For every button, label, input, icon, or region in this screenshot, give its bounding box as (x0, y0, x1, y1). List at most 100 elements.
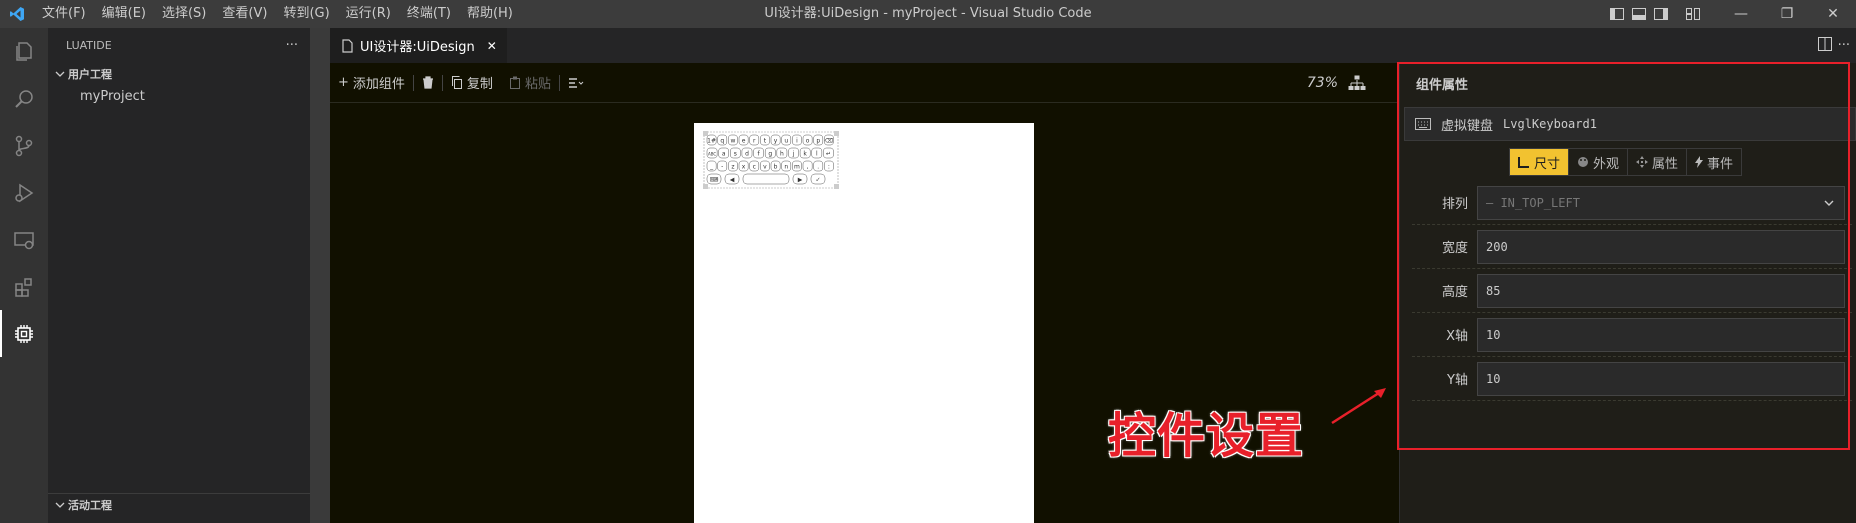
align-select[interactable]: — IN_TOP_LEFT (1477, 185, 1845, 220)
extensions-icon[interactable] (0, 263, 48, 310)
keyboard-icon (1415, 118, 1431, 130)
selected-component[interactable]: 虚拟键盘 LvglKeyboard1 (1404, 107, 1856, 141)
component-type: 虚拟键盘 (1441, 118, 1494, 134)
prop-label: 宽度 (1441, 241, 1468, 256)
sidebar-scrollbar[interactable] (310, 28, 330, 523)
properties-title: 组件属性 (1416, 77, 1469, 93)
customize-layout-icon[interactable] (1682, 0, 1704, 28)
menu-selection[interactable]: 选择(S) (154, 0, 214, 28)
prop-label: 排列 (1441, 197, 1468, 212)
files-icon[interactable] (0, 28, 48, 75)
keyboard-key-label: ⌨ (710, 177, 719, 184)
menu-help[interactable]: 帮助(H) (459, 0, 521, 28)
keyboard-key (742, 173, 790, 185)
keyboard-key-label: v (763, 164, 767, 171)
restore-icon[interactable]: ❐ (1764, 0, 1810, 28)
keyboard-key-label: 1# (707, 138, 716, 145)
menu-edit[interactable]: 编辑(E) (94, 0, 154, 28)
prop-row-align: 排列 — IN_TOP_LEFT (1412, 181, 1852, 225)
sidebar-title: LUATIDE (66, 39, 112, 52)
remote-explorer-icon[interactable] (0, 216, 48, 263)
move-icon (1636, 156, 1649, 168)
designer-toolbar: + 添加组件 复制 粘贴 73% (330, 63, 1398, 103)
height-input[interactable]: 85 (1477, 273, 1845, 308)
hierarchy-icon[interactable] (1348, 75, 1366, 91)
keyboard-key-label: s (734, 151, 737, 158)
copy-icon (451, 76, 462, 89)
title-bar: 文件(F) 编辑(E) 选择(S) 查看(V) 转到(G) 运行(R) 终端(T… (0, 0, 1856, 28)
zoom-level[interactable]: 73% (1307, 75, 1338, 91)
bolt-icon (1695, 156, 1704, 168)
minimize-icon[interactable]: — (1718, 0, 1764, 28)
menu-terminal[interactable]: 终端(T) (399, 0, 459, 28)
align-value: — IN_TOP_LEFT (1486, 195, 1580, 210)
copy-button[interactable]: 复制 (443, 73, 501, 92)
keyboard-key-label: ⌫ (824, 138, 833, 145)
toggle-secondary-sidebar-icon[interactable] (1650, 0, 1672, 28)
tab-events[interactable]: 事件 (1687, 149, 1742, 175)
tab-size[interactable]: 尺寸 (1510, 149, 1570, 175)
prop-label: X轴 (1446, 329, 1468, 344)
annotation-arrow (1331, 388, 1386, 425)
keyboard-key-label: c (753, 164, 756, 171)
chevron-down-icon (55, 71, 65, 77)
close-window-icon[interactable]: ✕ (1810, 0, 1856, 28)
chip-icon[interactable] (0, 310, 48, 357)
align-menu-button[interactable] (560, 77, 592, 89)
add-component-button[interactable]: + 添加组件 (330, 73, 413, 92)
keyboard-widget[interactable]: 1# q w e r t y u i o p ⌫ABC a s d f g h j k l ↵_ - z x c v b n m,.:⌨ ◀… (703, 131, 839, 189)
keyboard-key-label: : (828, 164, 830, 171)
section-active-projects[interactable]: 活动工程 (48, 494, 310, 516)
clipboard-icon (509, 76, 520, 89)
source-control-icon[interactable] (0, 122, 48, 169)
keyboard-key-label: b (774, 164, 778, 171)
keyboard-key-label: d (745, 151, 749, 158)
keyboard-key-label: , (807, 164, 809, 171)
keyboard-key-label: m (794, 164, 800, 171)
menu-go[interactable]: 转到(G) (275, 0, 337, 28)
y-input[interactable]: 10 (1477, 361, 1845, 396)
property-tabs: 尺寸 外观 属性 事件 (1509, 148, 1743, 176)
section-label: 用户工程 (68, 68, 112, 81)
tab-properties-label: 属性 (1652, 156, 1679, 172)
keyboard-key-label: o (806, 138, 810, 145)
run-debug-icon[interactable] (0, 169, 48, 216)
keyboard-key-label: h (780, 151, 784, 158)
file-icon (342, 38, 353, 53)
tree-item-myproject[interactable]: myProject (48, 85, 310, 107)
more-actions-icon[interactable]: ··· (286, 38, 298, 53)
menu-run[interactable]: 运行(R) (338, 0, 399, 28)
menu-view[interactable]: 查看(V) (214, 0, 275, 28)
activity-bar (0, 28, 48, 523)
tab-close-icon[interactable]: ✕ (487, 39, 497, 53)
tab-appearance[interactable]: 外观 (1569, 149, 1629, 175)
toggle-panel-icon[interactable] (1628, 0, 1650, 28)
prop-row-x: X轴 10 (1412, 313, 1852, 357)
sidebar: LUATIDE ··· 用户工程 myProject 活动工程 (48, 28, 310, 523)
tab-properties[interactable]: 属性 (1628, 149, 1688, 175)
tab-appearance-label: 外观 (1593, 156, 1620, 172)
keyboard-key-label: e (742, 138, 746, 145)
keyboard-key-label: q (720, 138, 724, 145)
design-canvas[interactable]: 1# q w e r t y u i o p ⌫ ABC a s d f g h j k l ↵ _ - z x c v b n m,.: ⌨ ◀… (694, 123, 1034, 523)
width-input[interactable]: 200 (1477, 229, 1845, 264)
keyboard-key-label: w (730, 138, 735, 145)
split-editor-icon[interactable] (1817, 36, 1832, 55)
add-component-label: 添加组件 (352, 77, 405, 92)
keyboard-key-label: ↵ (826, 151, 831, 158)
menu-file[interactable]: 文件(F) (34, 0, 94, 28)
paste-button[interactable]: 粘贴 (501, 73, 559, 92)
align-dropdown-icon (568, 77, 584, 88)
x-input[interactable]: 10 (1477, 317, 1845, 352)
keyboard-key-label: ✓ (815, 177, 820, 184)
keyboard-key-label: x (742, 164, 746, 171)
vscode-logo-icon (0, 0, 34, 28)
keyboard-key-label: p (816, 138, 820, 145)
delete-button[interactable] (414, 76, 442, 89)
section-user-projects[interactable]: 用户工程 (48, 63, 310, 85)
toggle-sidebar-icon[interactable] (1606, 0, 1628, 28)
search-icon[interactable] (0, 75, 48, 122)
tab-uidesign[interactable]: UI设计器:UiDesign ✕ (330, 28, 507, 63)
editor-more-icon[interactable]: ··· (1838, 38, 1850, 53)
prop-row-y: Y轴 10 (1412, 357, 1852, 401)
